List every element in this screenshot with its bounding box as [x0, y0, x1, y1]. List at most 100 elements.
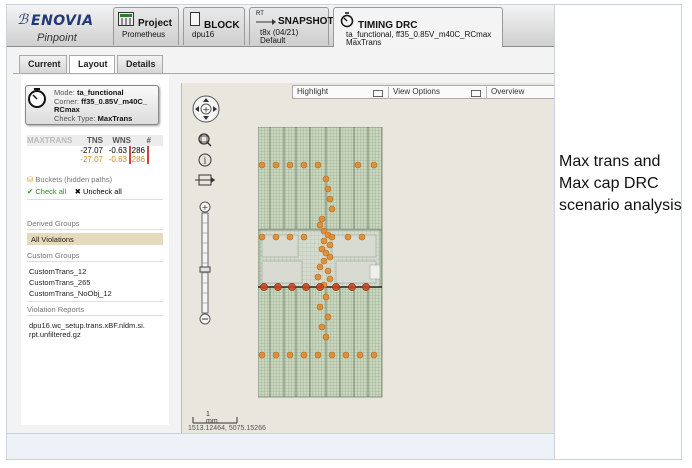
violation-marker[interactable]	[342, 351, 350, 359]
violation-marker[interactable]	[370, 161, 378, 169]
derived-groups-title: Derived Groups	[27, 219, 80, 228]
violation-marker[interactable]	[322, 333, 330, 341]
violation-marker[interactable]	[286, 161, 294, 169]
violation-marker[interactable]	[348, 283, 356, 291]
violation-marker[interactable]	[260, 283, 268, 291]
violation-marker[interactable]	[318, 323, 326, 331]
stats-row[interactable]: -27.07 -0.63 286	[27, 155, 163, 164]
tab-snapshot[interactable]: RT SNAPSHOT t8x (04/21) Default	[249, 7, 334, 45]
zoom-box-icon[interactable]	[198, 133, 212, 147]
fit-view-icon[interactable]	[195, 174, 215, 186]
group-all-violations[interactable]: All Violations	[27, 233, 163, 245]
col-count: #	[146, 136, 151, 145]
violation-marker[interactable]	[316, 303, 324, 311]
check-all-link[interactable]: ✔ Check all	[27, 187, 66, 196]
violation-marker[interactable]	[272, 233, 280, 241]
scale-label: 1 mm	[206, 411, 218, 425]
violation-marker[interactable]	[354, 161, 362, 169]
violation-marker[interactable]	[300, 161, 308, 169]
violation-marker[interactable]	[272, 351, 280, 359]
violation-marker[interactable]	[344, 233, 352, 241]
violation-marker[interactable]	[370, 351, 378, 359]
violation-reports-title: Violation Reports	[27, 305, 84, 314]
violation-marker[interactable]	[302, 283, 310, 291]
cross-icon: ✖	[74, 187, 81, 196]
tab-project-sub: Prometheus	[122, 30, 166, 39]
violation-marker[interactable]	[326, 195, 334, 203]
violation-marker[interactable]	[272, 161, 280, 169]
brand-name: ENOVIA	[31, 13, 94, 29]
violation-marker[interactable]	[328, 233, 336, 241]
info-icon[interactable]: i	[198, 153, 212, 167]
dropdown-icon	[373, 90, 383, 97]
project-icon	[118, 12, 134, 26]
uncheck-all-link[interactable]: ✖ Uncheck all	[75, 187, 122, 196]
violation-marker[interactable]	[300, 351, 308, 359]
violation-marker[interactable]	[326, 241, 334, 249]
violation-marker[interactable]	[322, 175, 330, 183]
violation-marker[interactable]	[328, 205, 336, 213]
violation-marker[interactable]	[326, 253, 334, 261]
buckets-toggle[interactable]: ⛁ Buckets (hidden paths)	[27, 175, 112, 184]
violation-marker[interactable]	[258, 233, 266, 241]
tab-block-sub: dpu16	[192, 30, 215, 39]
buckets-label: Buckets (hidden paths)	[35, 175, 113, 184]
violation-marker[interactable]	[286, 351, 294, 359]
arrow-right-icon	[256, 19, 276, 25]
tab-project[interactable]: Project Prometheus	[113, 7, 179, 45]
violation-marker[interactable]	[320, 237, 328, 245]
left-panel: Mode: ta_functional Corner: ff35_0.85V_m…	[21, 75, 169, 425]
violation-marker[interactable]	[314, 351, 322, 359]
violation-marker[interactable]	[286, 233, 294, 241]
tns-value: -27.07	[80, 155, 103, 164]
violation-marker[interactable]	[258, 351, 266, 359]
violation-marker[interactable]	[316, 283, 324, 291]
tab-details[interactable]: Details	[117, 55, 163, 73]
violation-marker[interactable]	[314, 161, 322, 169]
violation-marker[interactable]	[324, 313, 332, 321]
violation-marker[interactable]	[320, 257, 328, 265]
highlight-label: Highlight	[297, 87, 329, 96]
col-tns: TNS	[87, 136, 103, 145]
tab-current[interactable]: Current	[19, 55, 67, 73]
count-value: 286	[131, 146, 149, 155]
violation-marker[interactable]	[362, 283, 370, 291]
violation-marker[interactable]	[324, 267, 332, 275]
stats-row[interactable]: -27.07 -0.63 286	[27, 146, 163, 155]
col-wns: WNS	[112, 136, 131, 145]
violation-marker[interactable]	[288, 283, 296, 291]
violation-marker[interactable]	[258, 161, 266, 169]
violation-marker[interactable]	[324, 185, 332, 193]
overview-toggle[interactable]: Overview	[487, 87, 554, 99]
tab-block[interactable]: BLOCK dpu16	[183, 7, 245, 45]
layout-map[interactable]: Highlight View Options Overview + i + 1 …	[181, 83, 554, 433]
report-item[interactable]: dpu16.wc_setup.trans.xBF.nldm.si.	[29, 321, 145, 330]
violation-marker[interactable]	[318, 215, 326, 223]
custom-group-item[interactable]: CustomTrans_265	[29, 278, 90, 287]
report-item-cont[interactable]: rpt.unfiltered.gz	[29, 330, 81, 339]
violation-marker[interactable]	[316, 263, 324, 271]
violation-marker[interactable]	[300, 233, 308, 241]
violation-marker[interactable]	[358, 233, 366, 241]
divider	[27, 261, 163, 262]
zoom-slider[interactable]: +	[199, 201, 211, 325]
violation-marker[interactable]	[274, 283, 282, 291]
violation-marker[interactable]	[314, 273, 322, 281]
violation-marker[interactable]	[316, 221, 324, 229]
tab-timing-drc[interactable]: TIMING DRC ta_functional, ff35_0.85V_m40…	[333, 7, 503, 47]
check-controls: ✔ Check all ✖ Uncheck all	[27, 187, 122, 196]
custom-group-item[interactable]: CustomTrans_NoObj_12	[29, 289, 112, 298]
check-type-value: MaxTrans	[97, 113, 133, 123]
view-options-dropdown[interactable]: View Options	[389, 87, 487, 99]
figure-footer	[7, 433, 555, 459]
violation-marker[interactable]	[332, 283, 340, 291]
violation-marker[interactable]	[328, 351, 336, 359]
violation-marker[interactable]	[356, 351, 364, 359]
violation-marker[interactable]	[326, 275, 334, 283]
tab-layout[interactable]: Layout	[69, 55, 115, 74]
highlight-dropdown[interactable]: Highlight	[293, 87, 389, 99]
custom-group-item[interactable]: CustomTrans_12	[29, 267, 86, 276]
violation-marker[interactable]	[322, 293, 330, 301]
pan-control[interactable]: +	[192, 95, 220, 123]
divider	[27, 229, 163, 230]
